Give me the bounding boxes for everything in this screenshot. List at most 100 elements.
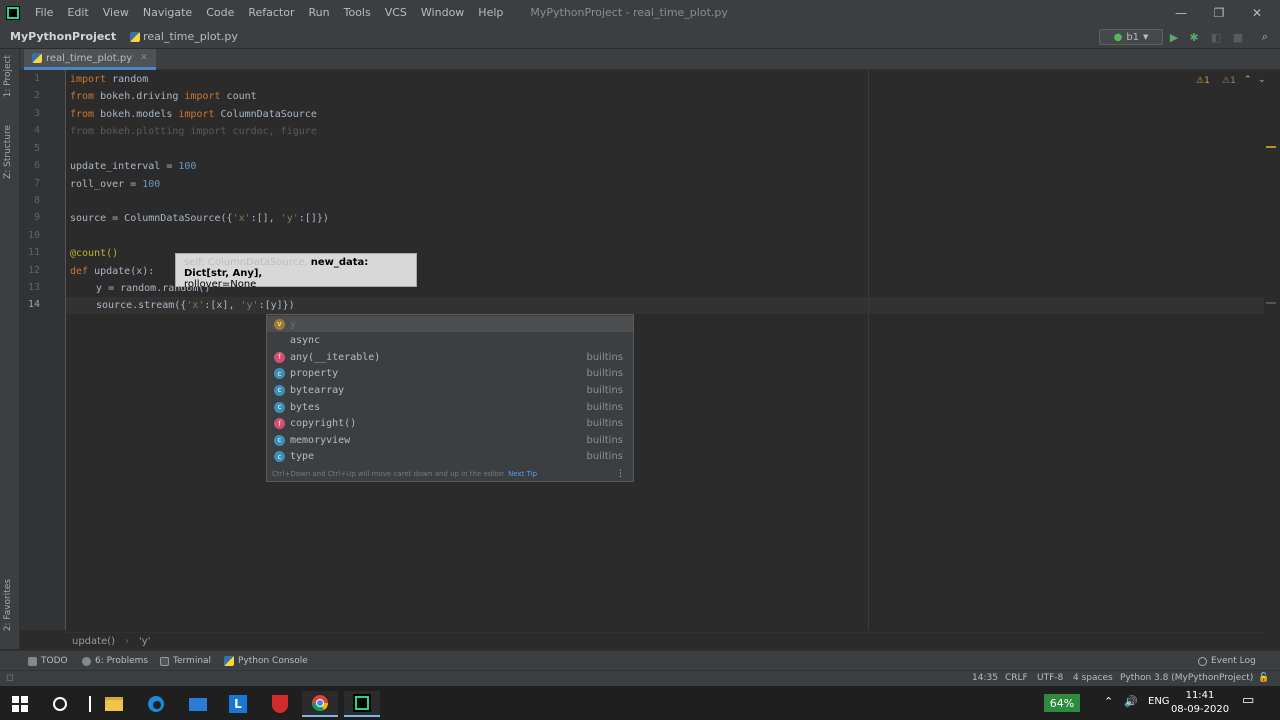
completion-item[interactable]: c type builtins xyxy=(267,449,633,465)
menu-navigate[interactable]: Navigate xyxy=(136,0,199,25)
python-console-tool-button[interactable]: Python Console xyxy=(224,654,308,668)
code-line-1[interactable]: import random xyxy=(70,71,148,88)
terminal-tool-button[interactable]: Terminal xyxy=(160,654,211,668)
start-button[interactable] xyxy=(2,691,38,717)
search-everywhere-icon[interactable]: ⌕ xyxy=(1257,29,1273,45)
close-window-button[interactable]: ✕ xyxy=(1238,0,1276,25)
system-clock[interactable]: 11:41 08-09-2020 xyxy=(1170,689,1230,717)
warning-count-badge[interactable]: ⚠1 xyxy=(1196,76,1210,86)
number-literal: 100 xyxy=(178,161,197,172)
taskbar-security[interactable] xyxy=(262,691,298,717)
weak-warning-icon: ⚠ xyxy=(1222,76,1231,86)
previous-highlight-icon[interactable]: ⌃ xyxy=(1244,75,1252,85)
code-editor[interactable] xyxy=(66,70,1264,630)
project-tool-button[interactable]: 1: Project xyxy=(3,55,13,97)
completion-item[interactable]: f any(__iterable) builtins xyxy=(267,349,633,365)
taskbar-file-explorer[interactable] xyxy=(96,691,132,717)
coverage-icon[interactable]: ◧ xyxy=(1208,29,1224,45)
input-language[interactable]: ENG xyxy=(1148,696,1170,707)
menu-vcs[interactable]: VCS xyxy=(378,0,414,25)
taskbar-pycharm[interactable] xyxy=(344,691,380,717)
menu-help[interactable]: Help xyxy=(471,0,510,25)
taskbar-mail[interactable] xyxy=(180,691,216,717)
code-line-14[interactable]: source.stream({'x':[x], 'y':[y]}) xyxy=(96,297,295,314)
menu-run[interactable]: Run xyxy=(302,0,337,25)
line-number: 4 xyxy=(33,125,40,136)
completion-item[interactable]: f copyright() builtins xyxy=(267,416,633,432)
completion-item[interactable]: c memoryview builtins xyxy=(267,432,633,448)
battery-indicator[interactable]: 64% xyxy=(1044,694,1080,712)
completion-item-type: builtins xyxy=(586,451,624,463)
code-text: update(x): xyxy=(88,266,155,277)
code-line-7[interactable]: roll_over = 100 xyxy=(70,176,160,193)
menu-window[interactable]: Window xyxy=(414,0,471,25)
next-tip-link[interactable]: Next Tip xyxy=(508,470,537,478)
todo-tool-button[interactable]: TODO xyxy=(28,654,68,668)
menu-refactor[interactable]: Refactor xyxy=(241,0,301,25)
menu-code[interactable]: Code xyxy=(199,0,241,25)
lock-icon[interactable]: 🔓 xyxy=(1258,673,1269,683)
completion-footer: Ctrl+Down and Ctrl+Up will move caret do… xyxy=(267,466,633,482)
breadcrumb-separator-icon: › xyxy=(125,635,130,647)
code-line-9[interactable]: source = ColumnDataSource({'x':[], 'y':[… xyxy=(70,210,329,227)
caret-position[interactable]: 14:35 xyxy=(972,673,998,683)
completion-item-type: builtins xyxy=(586,368,624,380)
volume-icon[interactable]: 🔊 xyxy=(1124,695,1138,708)
line-number: 5 xyxy=(33,143,40,154)
tab-real-time-plot[interactable]: real_time_plot.py ✕ xyxy=(24,49,156,70)
completion-item[interactable]: c bytearray builtins xyxy=(267,382,633,398)
menu-tools[interactable]: Tools xyxy=(337,0,378,25)
status-bar: ◻ 14:35 CRLF UTF-8 4 spaces Python 3.8 (… xyxy=(0,670,1280,686)
menu-file[interactable]: File xyxy=(28,0,60,25)
clock-date: 08-09-2020 xyxy=(1170,704,1230,715)
minimize-button[interactable]: — xyxy=(1162,0,1200,25)
line-number: 12 xyxy=(27,265,40,276)
completion-item[interactable]: async xyxy=(267,333,633,349)
favorites-tool-button[interactable]: 2: Favorites xyxy=(3,579,13,631)
breadcrumb-function[interactable]: update() xyxy=(72,636,115,647)
line-separator[interactable]: CRLF xyxy=(1005,673,1028,683)
breadcrumb-file[interactable]: real_time_plot.py xyxy=(130,30,238,43)
task-view-icon xyxy=(89,696,91,712)
debug-icon[interactable]: ✱ xyxy=(1186,29,1202,45)
event-log-label: Event Log xyxy=(1211,656,1256,666)
edge-icon xyxy=(148,696,164,712)
stop-icon[interactable]: ■ xyxy=(1230,29,1246,45)
weak-warning-count-badge[interactable]: ⚠1 xyxy=(1222,76,1236,86)
code-text: bokeh.models xyxy=(94,109,179,120)
error-stripe[interactable] xyxy=(1264,70,1280,630)
close-tab-icon[interactable]: ✕ xyxy=(140,53,148,63)
notifications-icon[interactable]: ▭ xyxy=(1242,693,1254,708)
taskbar-edge[interactable] xyxy=(138,691,174,717)
taskbar-app-l[interactable]: L xyxy=(220,691,256,717)
code-line-6[interactable]: update_interval = 100 xyxy=(70,158,196,175)
code-line-3[interactable]: from bokeh.models import ColumnDataSourc… xyxy=(70,106,317,123)
code-line-4[interactable]: from bokeh.plotting import curdoc, figur… xyxy=(70,123,317,140)
menu-edit[interactable]: Edit xyxy=(60,0,95,25)
todo-icon xyxy=(28,656,37,666)
menu-view[interactable]: View xyxy=(96,0,136,25)
code-line-11[interactable]: @count() xyxy=(70,245,118,262)
problems-tool-button[interactable]: 6: Problems xyxy=(82,654,148,668)
file-encoding[interactable]: UTF-8 xyxy=(1037,673,1063,683)
show-hidden-icons-icon[interactable]: ⌃ xyxy=(1104,695,1113,708)
stripe-warning-mark[interactable] xyxy=(1266,146,1276,148)
completion-menu-icon[interactable]: ⋮ xyxy=(616,469,625,479)
code-line-2[interactable]: from bokeh.driving import count xyxy=(70,88,257,105)
breadcrumb-variable[interactable]: 'y' xyxy=(139,636,150,647)
taskbar-chrome[interactable] xyxy=(302,691,338,717)
code-completion-popup[interactable]: v y async f any(__iterable) builtins c property… xyxy=(266,314,634,482)
code-line-12[interactable]: def update(x): xyxy=(70,263,154,280)
status-layout-icon[interactable]: ◻ xyxy=(6,673,13,683)
python-interpreter[interactable]: Python 3.8 (MyPythonProject) xyxy=(1120,673,1253,683)
structure-tool-button[interactable]: Z: Structure xyxy=(3,125,13,179)
indent-setting[interactable]: 4 spaces xyxy=(1073,673,1113,683)
breadcrumb-project[interactable]: MyPythonProject xyxy=(10,30,116,43)
run-icon[interactable]: ▶ xyxy=(1166,29,1182,45)
completion-item[interactable]: c bytes builtins xyxy=(267,399,633,415)
maximize-button[interactable]: ❐ xyxy=(1200,0,1238,25)
completion-item[interactable]: c property builtins xyxy=(267,366,633,382)
run-configuration-select[interactable]: ● b1 ▼ xyxy=(1099,29,1163,45)
completion-item[interactable]: vy xyxy=(267,316,633,332)
event-log-tool-button[interactable]: Event Log xyxy=(1198,654,1256,668)
